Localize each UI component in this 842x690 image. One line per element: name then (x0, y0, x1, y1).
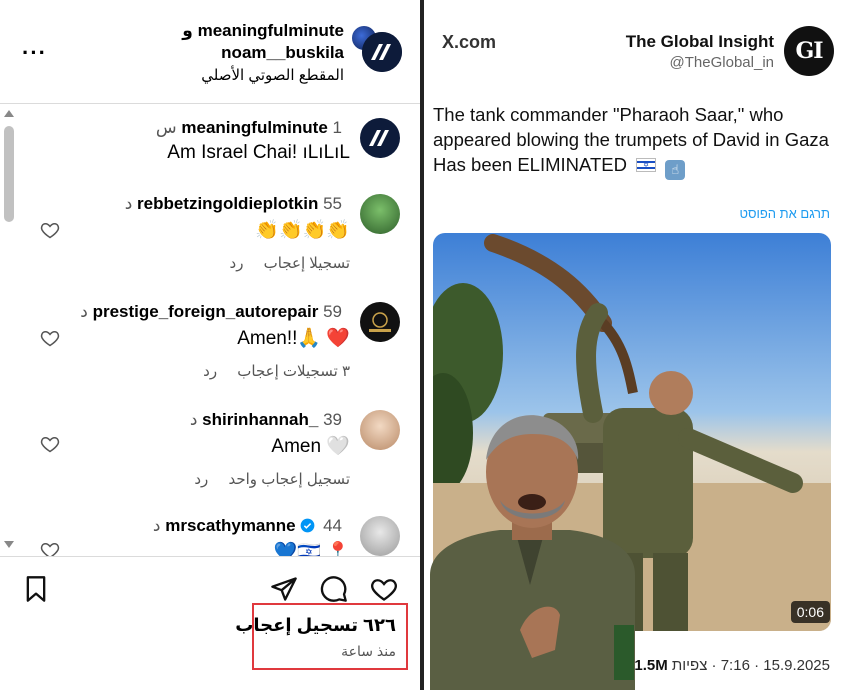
author-link-1[interactable]: meaningfulminute (198, 21, 344, 40)
translate-post-link[interactable]: תרגם את הפוסט (739, 206, 830, 221)
scrollbar-thumb[interactable] (4, 126, 14, 222)
author-avatar[interactable] (362, 32, 402, 72)
tweet-time: 7:16 (720, 657, 750, 674)
comment-likes-count[interactable]: تسجيلا إعجاب (264, 255, 350, 272)
likes-count[interactable]: ٦٢٦ تسجيل إعجاب (235, 615, 396, 636)
avatar[interactable] (360, 302, 400, 342)
comment-likes-count[interactable]: ٣ تسجيلات إعجاب (237, 363, 350, 380)
comment-meta: ٣ تسجيلات إعجاب رد (187, 362, 350, 380)
comment-username[interactable]: rebbetzingoldieplotkin (137, 194, 318, 213)
comment-text: 💙🇮🇱 📍 (273, 542, 350, 556)
comment-username[interactable]: prestige_foreign_autorepair (93, 302, 319, 321)
comment-username[interactable]: mrscathymanne (165, 516, 295, 535)
caption-comment: meaningfulminute 1 س Am Israel Chai! ıLı… (20, 118, 420, 178)
tweet-text: The tank commander "Pharaoh Saar," who a… (433, 104, 829, 175)
scroll-down-arrow-icon[interactable] (4, 541, 14, 548)
avatar[interactable] (360, 516, 400, 556)
likes-highlight-box: ٦٢٦ تسجيل إعجاب منذ ساعة (235, 603, 408, 670)
comment-meta: تسجيل إعجاب واحد رد (178, 470, 350, 488)
comment-username[interactable]: shirinhannah_ (202, 410, 318, 429)
comment-header: prestige_foreign_autorepair 59 د (80, 302, 350, 322)
tweet-stats: 15.9.2025 · 7:16 · צפיות 1.5M (634, 657, 830, 674)
comment-text: 👏👏👏👏 (255, 220, 350, 241)
comment-likes-count[interactable]: تسجيل إعجاب واحد (228, 471, 350, 488)
list-item: rebbetzingoldieplotkin 55 د 👏👏👏👏 تسجيلا … (20, 194, 420, 284)
like-heart-icon[interactable] (40, 540, 60, 556)
tweet-date: 15.9.2025 (763, 657, 830, 674)
reply-button[interactable]: رد (194, 471, 208, 488)
comments-scrollbar[interactable] (0, 104, 18, 556)
list-item: mrscathymanne 44 د 💙🇮🇱 📍 (20, 516, 420, 556)
reply-button[interactable]: رد (230, 255, 244, 272)
comment-header: rebbetzingoldieplotkin 55 د (125, 194, 350, 214)
avatar[interactable] (360, 194, 400, 234)
bookmark-icon[interactable] (22, 575, 50, 603)
scroll-up-arrow-icon[interactable] (4, 110, 14, 117)
avatar[interactable] (360, 410, 400, 450)
prestige-logo-icon (369, 312, 391, 332)
account-logo: GI (784, 26, 834, 76)
avatar[interactable] (360, 118, 400, 158)
posted-time: منذ ساعة (341, 643, 396, 659)
verified-badge-icon (300, 518, 315, 533)
account-handle: @TheGlobal_in (669, 54, 774, 71)
instagram-comments-panel: ··· meaningfulminute و noam__buskila الم… (0, 0, 420, 690)
original-audio-link[interactable]: المقطع الصوتي الأصلي (201, 66, 344, 84)
post-authors: meaningfulminute و noam__buskila (182, 20, 344, 64)
israel-flag-icon: ✡ (636, 158, 657, 172)
like-heart-icon[interactable] (40, 434, 60, 454)
author-conjunction: و (182, 21, 193, 40)
tweet-text-block: The tank commander "Pharaoh Saar," who a… (433, 102, 833, 180)
x-source-label: X.com (442, 32, 497, 52)
more-options-button[interactable]: ··· (22, 40, 47, 66)
video-duration: 0:06 (790, 601, 830, 623)
author-link-2[interactable]: noam__buskila (182, 42, 344, 64)
like-heart-icon[interactable] (370, 575, 398, 603)
account-name: The Global Insight (625, 32, 774, 51)
comment-username[interactable]: meaningfulminute (181, 118, 327, 137)
comment-meta: تسجيلا إعجاب رد (214, 254, 350, 272)
like-heart-icon[interactable] (40, 220, 60, 240)
pointing-up-emoji-icon: ☝ (665, 160, 686, 180)
comment-text: Am Israel Chai! ıLıLıL (167, 142, 350, 163)
views-label: צפיות (671, 657, 708, 674)
selfie-person-overlay (430, 415, 635, 690)
comment-text: Amen!!🙏 ❤️ (237, 328, 350, 349)
list-item: shirinhannah_ 39 د Amen 🤍 تسجيل إعجاب وا… (20, 410, 420, 500)
share-icon[interactable] (270, 575, 298, 603)
comment-header: mrscathymanne 44 د (153, 516, 350, 536)
comment-header: shirinhannah_ 39 د (190, 410, 350, 430)
like-heart-icon[interactable] (40, 328, 60, 348)
meaningful-minute-logo-icon (360, 118, 400, 158)
meaningful-minute-logo-icon (362, 32, 402, 72)
post-header: ··· meaningfulminute و noam__buskila الم… (0, 0, 420, 104)
comment-icon[interactable] (320, 575, 348, 603)
comment-text: Amen 🤍 (271, 436, 350, 457)
comment-header: meaningfulminute 1 س (156, 118, 350, 138)
reply-button[interactable]: رد (203, 363, 217, 380)
list-item: prestige_foreign_autorepair 59 د Amen!!🙏… (20, 302, 420, 392)
